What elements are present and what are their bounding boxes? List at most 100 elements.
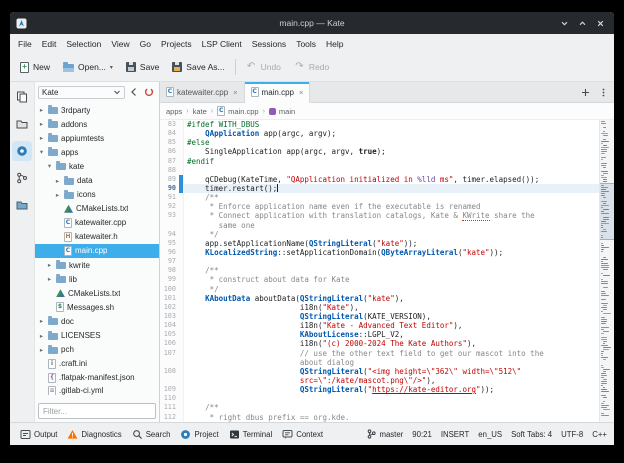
breadcrumb-main[interactable]: main [268,107,295,116]
tree-item-appiumtests[interactable]: ▸ appiumtests [35,131,159,145]
code-row[interactable]: 83 #ifdef WITH_DBUS [160,120,601,130]
menu-file[interactable]: File [13,37,37,51]
maximize-button[interactable] [574,15,590,31]
expand-arrow-icon[interactable]: ▸ [38,346,45,354]
code-row[interactable]: 98 /** [160,266,601,276]
code-row[interactable]: 89 qCDebug(KateTime, "QApplication initi… [160,174,601,184]
tab-close-icon[interactable]: × [233,88,237,97]
highlight-mode[interactable]: C++ [592,430,607,439]
toolview-git-button[interactable] [12,168,32,188]
code-row[interactable]: 107 // use the other text field to get o… [160,348,601,358]
tree-item-lib[interactable]: ▸ lib [35,272,159,286]
tree-item-apps[interactable]: ▾ apps [35,145,159,159]
git-branch[interactable]: master [367,429,403,439]
expand-arrow-icon[interactable]: ▸ [38,106,45,114]
save-as-button[interactable]: Save As... [166,56,230,78]
code-row[interactable]: 102 i18n("Kate"), [160,302,601,312]
expand-arrow-icon[interactable]: ▸ [46,275,53,283]
tree-item-icons[interactable]: ▸ icons [35,188,159,202]
tree-item-main-cpp[interactable]: main.cpp [35,243,159,259]
code-editor[interactable]: 83 #ifdef WITH_DBUS 84 QApplication app(ar… [160,120,614,422]
code-row[interactable]: about dialog [160,357,601,367]
encoding[interactable]: UTF-8 [561,430,583,439]
code-row[interactable]: 99 * construct about data for Kate [160,275,601,285]
code-row[interactable]: 90 timer.restart(); [160,183,601,194]
project-toggle-button[interactable]: Project [175,425,223,443]
breadcrumb-kate[interactable]: kate [193,107,207,116]
tree-item-flatpak-manifest-json[interactable]: .flatpak-manifest.json [35,371,159,385]
tab-overflow-button[interactable] [596,85,611,100]
menu-lsp-client[interactable]: LSP Client [197,37,247,51]
expand-arrow-icon[interactable]: ▸ [38,134,45,142]
tree-item-katewaiter-cpp[interactable]: katewaiter.cpp [35,216,159,230]
code-row[interactable]: 106 i18n("(c) 2000-2024 The Kate Authors… [160,339,601,349]
code-lines[interactable]: 83 #ifdef WITH_DBUS 84 QApplication app(ar… [160,120,614,422]
code-row[interactable]: same one [160,220,601,230]
minimize-button[interactable] [556,15,572,31]
redo-button[interactable]: Redo [288,56,335,78]
code-row[interactable]: 100 */ [160,284,601,294]
collapse-arrow-icon[interactable]: ▾ [46,162,53,170]
back-button[interactable] [127,85,141,99]
new-button[interactable]: New [14,56,56,78]
titlebar[interactable]: main.cpp — Kate [10,12,614,34]
menu-selection[interactable]: Selection [61,37,106,51]
undo-button[interactable]: Undo [240,56,287,78]
code-row[interactable]: 86 SingleApplication app(argc, argv, tru… [160,147,601,157]
toolview-files-button[interactable] [12,195,32,215]
tree-item-gitlab-ci-yml[interactable]: .gitlab-ci.yml [35,385,159,395]
code-row[interactable]: 92 * Enforce application name even if th… [160,202,601,212]
new-tab-button[interactable] [578,85,593,100]
save-button[interactable]: Save [120,56,165,78]
code-row[interactable]: 88 [160,165,601,175]
input-mode[interactable]: INSERT [441,430,469,439]
tree-item-craft-ini[interactable]: .craft.ini [35,357,159,371]
tree-item-licenses[interactable]: ▸ LICENSES [35,329,159,343]
menu-sessions[interactable]: Sessions [247,37,292,51]
code-row[interactable]: 101 KAboutData aboutData(QStringLiteral(… [160,293,601,303]
code-row[interactable]: 97 [160,257,601,267]
tab-close-icon[interactable]: × [299,88,303,97]
menu-view[interactable]: View [106,37,134,51]
tree-item-3rdparty[interactable]: ▸ 3rdparty [35,103,159,117]
terminal-toggle-button[interactable]: Terminal [224,425,277,443]
expand-arrow-icon[interactable]: ▸ [46,261,53,269]
code-row[interactable]: 105 KAboutLicense::LGPL_V2, [160,330,601,340]
code-row[interactable]: 110 [160,394,601,404]
tree-item-pch[interactable]: ▸ pch [35,343,159,357]
menu-edit[interactable]: Edit [37,37,62,51]
indent-mode[interactable]: Soft Tabs: 4 [511,430,552,439]
expand-arrow-icon[interactable]: ▸ [54,191,61,199]
tree-item-kate[interactable]: ▾ kate [35,159,159,173]
menu-projects[interactable]: Projects [156,37,197,51]
diagnostics-toggle-button[interactable]: Diagnostics [62,425,126,443]
expand-arrow-icon[interactable]: ▸ [54,177,61,185]
expand-arrow-icon[interactable]: ▸ [38,332,45,340]
code-row[interactable]: 84 QApplication app(argc, argv); [160,129,601,139]
code-row[interactable]: 103 QStringLiteral(KATE_VERSION), [160,311,601,322]
code-row[interactable]: 85 #else [160,138,601,148]
tree-item-messages-sh[interactable]: Messages.sh [35,300,159,314]
breadcrumb-main-cpp[interactable]: main.cpp [217,106,259,116]
context-toggle-button[interactable]: Context [277,425,328,443]
code-row[interactable]: 111 /** [160,403,601,413]
code-row[interactable]: 87 #endif [160,156,601,166]
code-row[interactable]: 108 QStringLiteral("<img height=\"362\" … [160,366,601,376]
tree-item-kwrite[interactable]: ▸ kwrite [35,258,159,272]
code-row[interactable]: 112 * right dbus prefix == org.kde. [160,412,601,422]
reload-button[interactable] [142,85,156,99]
tree-item-data[interactable]: ▸ data [35,173,159,187]
code-row[interactable]: 95 app.setApplicationName(QStringLiteral… [160,238,601,248]
output-toggle-button[interactable]: Output [15,425,62,443]
tree-item-cmakelists-txt[interactable]: CMakeLists.txt [35,202,159,216]
code-row[interactable]: src=\":/kate/mascot.png\"/>"), [160,375,601,386]
filter-input[interactable] [38,403,156,419]
menu-help[interactable]: Help [321,37,348,51]
breadcrumb-apps[interactable]: apps [166,107,182,116]
code-row[interactable]: 109 QStringLiteral("https://kate-editor.… [160,385,601,395]
open-button[interactable]: Open... ▾ [57,56,119,78]
project-selector[interactable]: Kate [38,85,125,99]
dictionary[interactable]: en_US [478,430,502,439]
tree-item-cmakelists-txt[interactable]: CMakeLists.txt [35,286,159,300]
expand-arrow-icon[interactable]: ▸ [38,317,45,325]
